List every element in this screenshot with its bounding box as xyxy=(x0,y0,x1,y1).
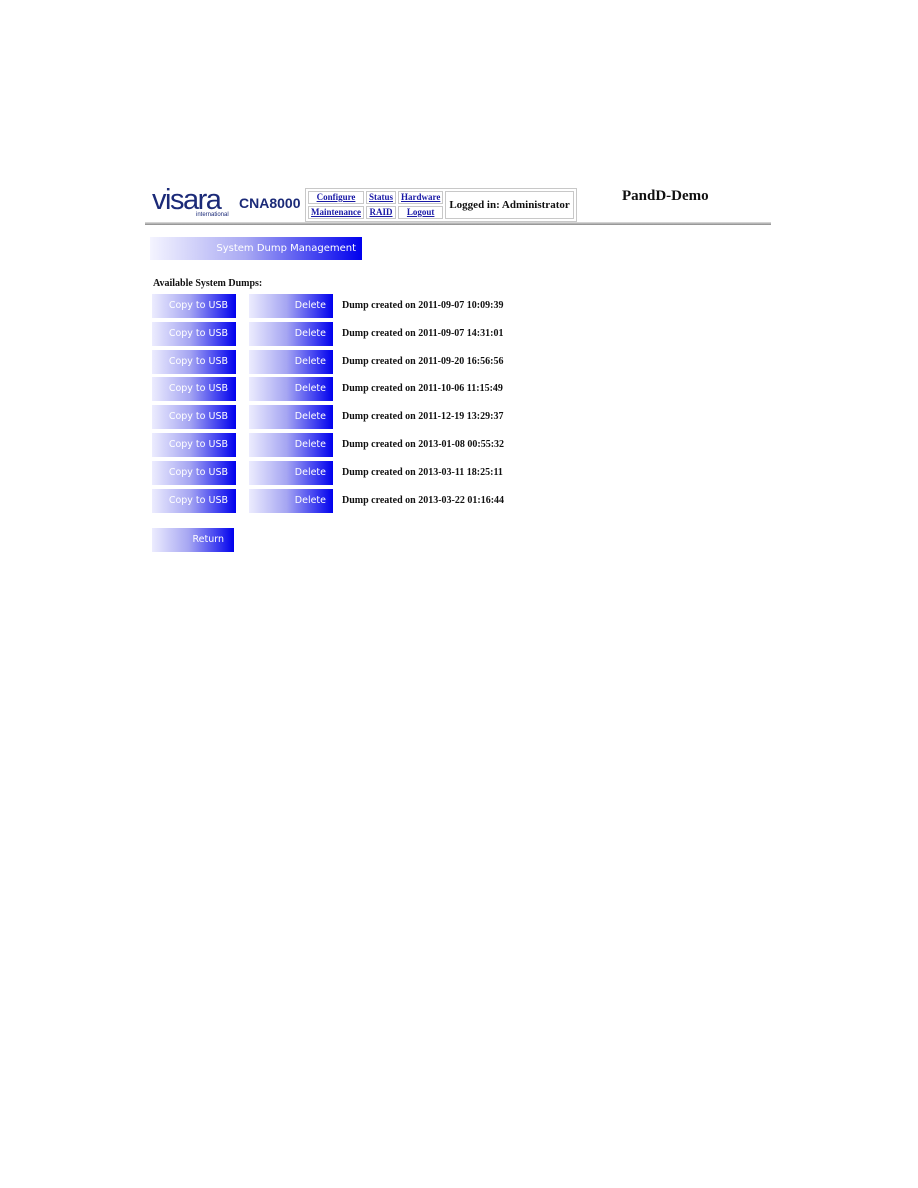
copy-to-usb-button[interactable]: Copy to USB xyxy=(152,488,236,513)
nav-maintenance-cell: Maintenance xyxy=(308,206,364,219)
delete-button[interactable]: Delete xyxy=(249,405,333,430)
nav-configure-link[interactable]: Configure xyxy=(317,192,356,202)
delete-button[interactable]: Delete xyxy=(249,488,333,513)
delete-button[interactable]: Delete xyxy=(249,321,333,346)
dump-label: Dump created on 2013-03-22 01:16:44 xyxy=(342,494,505,506)
delete-button[interactable]: Delete xyxy=(249,377,333,402)
copy-to-usb-button[interactable]: Copy to USB xyxy=(152,321,236,346)
logo-subtext: international xyxy=(196,212,229,218)
dump-label: Dump created on 2011-10-06 11:15:49 xyxy=(342,383,503,395)
nav-status-cell: Status xyxy=(366,191,397,204)
section-label: Available System Dumps: xyxy=(153,278,263,289)
dump-label: Dump created on 2011-09-07 10:09:39 xyxy=(342,300,504,311)
copy-to-usb-button[interactable]: Copy to USB xyxy=(152,432,236,457)
copy-to-usb-button[interactable]: Copy to USB xyxy=(152,377,236,402)
header: visara international CNA8000 Configure S… xyxy=(150,184,770,222)
copy-to-usb-button[interactable]: Copy to USB xyxy=(152,349,236,374)
nav-raid-link[interactable]: RAID xyxy=(370,207,393,217)
nav-logout-cell: Logout xyxy=(398,206,444,219)
copy-to-usb-button[interactable]: Copy to USB xyxy=(152,294,236,318)
nav-menu: Configure Status Hardware Logged in: Adm… xyxy=(305,188,577,222)
product-name: CNA8000 xyxy=(239,195,301,211)
hostname: PandD-Demo xyxy=(622,188,709,204)
nav-raid-cell: RAID xyxy=(366,206,397,219)
dump-label: Dump created on 2011-09-07 14:31:01 xyxy=(342,327,504,339)
login-status: Logged in: Administrator xyxy=(445,191,574,219)
visara-logo: visara international xyxy=(152,184,230,219)
nav-logout-link[interactable]: Logout xyxy=(407,207,435,217)
dump-label: Dump created on 2013-03-11 18:25:11 xyxy=(342,466,503,478)
page-title: System Dump Management xyxy=(150,237,362,260)
logo-text: visara xyxy=(152,184,222,216)
nav-hardware-cell: Hardware xyxy=(398,191,444,204)
dump-label: Dump created on 2013-01-08 00:55:32 xyxy=(342,438,505,450)
dump-label: Dump created on 2011-12-19 13:29:37 xyxy=(342,411,504,423)
return-button[interactable]: Return xyxy=(152,528,234,552)
nav-maintenance-link[interactable]: Maintenance xyxy=(311,207,361,217)
delete-button[interactable]: Delete xyxy=(249,432,333,457)
delete-button[interactable]: Delete xyxy=(249,349,333,374)
nav-configure-cell: Configure xyxy=(308,191,364,204)
delete-button[interactable]: Delete xyxy=(249,294,333,318)
copy-to-usb-button[interactable]: Copy to USB xyxy=(152,460,236,485)
nav-hardware-link[interactable]: Hardware xyxy=(401,192,440,202)
copy-to-usb-button[interactable]: Copy to USB xyxy=(152,405,236,430)
header-divider xyxy=(145,222,771,225)
delete-button[interactable]: Delete xyxy=(249,460,333,485)
nav-status-link[interactable]: Status xyxy=(369,192,393,202)
dump-label: Dump created on 2011-09-20 16:56:56 xyxy=(342,355,504,367)
